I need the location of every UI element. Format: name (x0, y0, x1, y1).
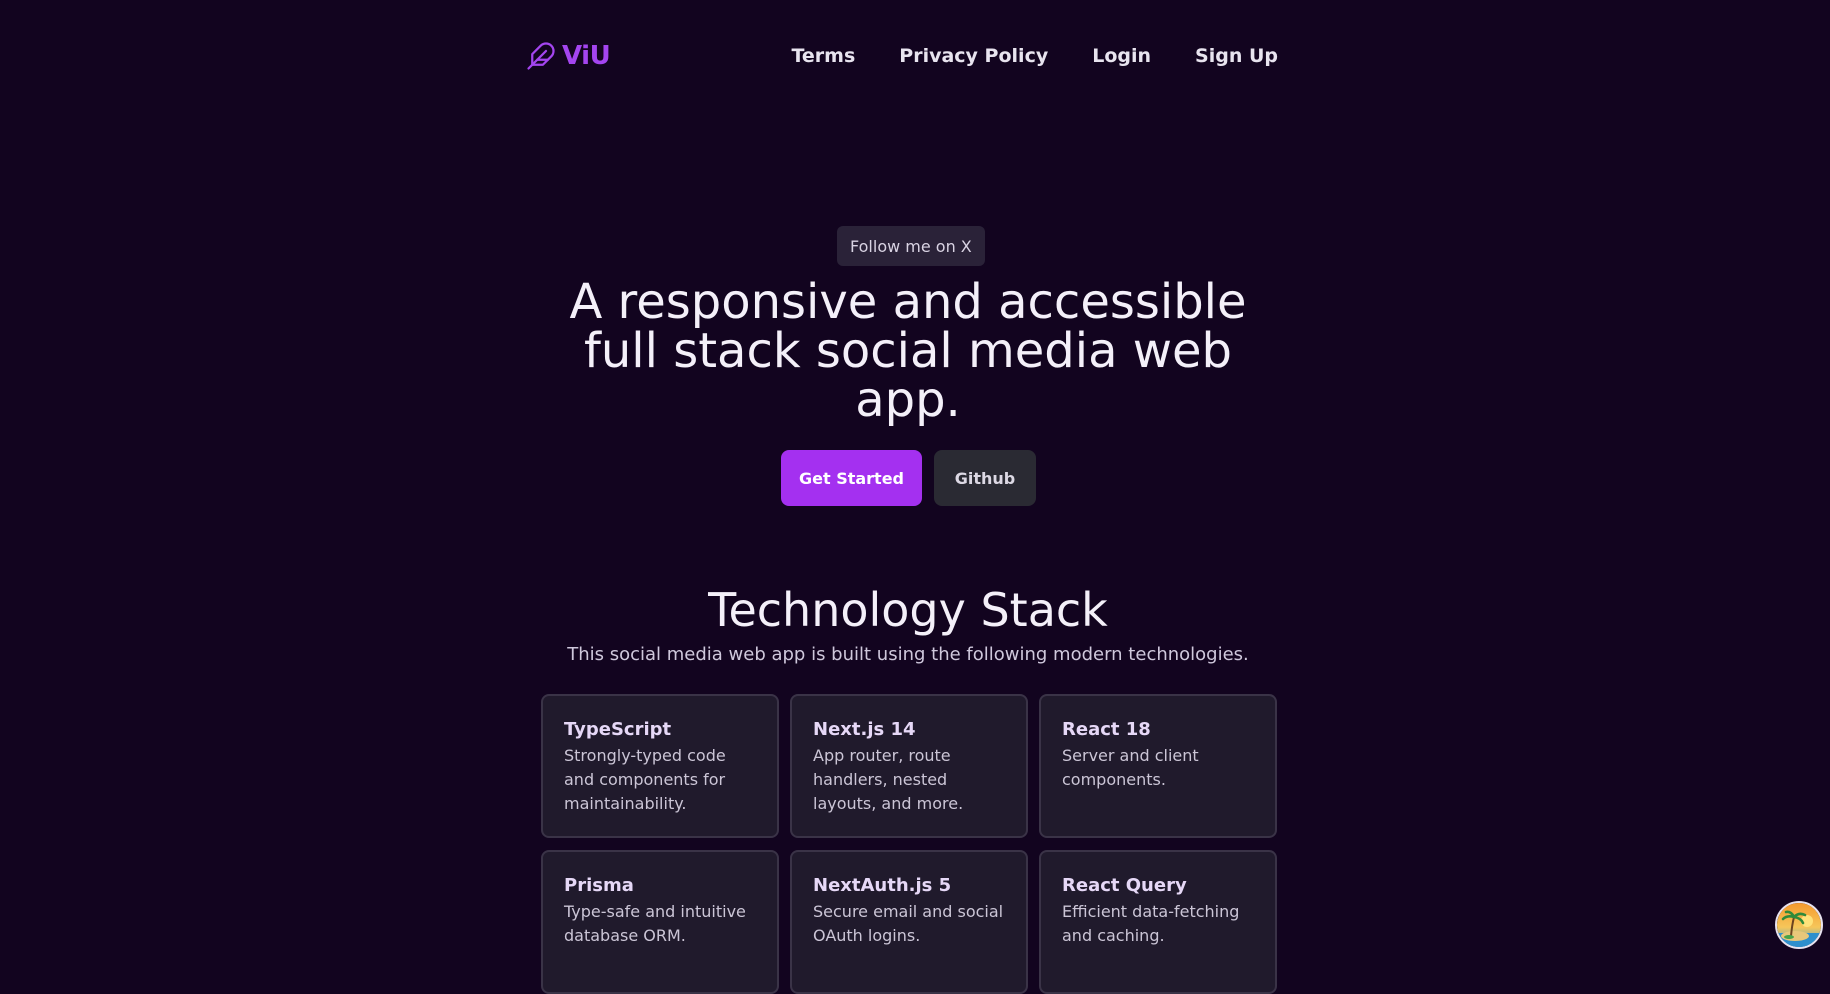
tech-card-nextauth: NextAuth.js 5 Secure email and social OA… (790, 850, 1028, 994)
hero-title: A responsive and accessible full stack s… (569, 274, 1247, 428)
hero-cta-group: Get Started Github (781, 450, 1036, 506)
tech-stack-grid: TypeScript Strongly-typed code and compo… (541, 694, 1277, 994)
tech-card-title: React Query (1062, 875, 1187, 896)
tech-card-title: Next.js 14 (813, 719, 916, 740)
nav-privacy-policy-link[interactable]: Privacy Policy (899, 45, 1048, 67)
tech-card-description: Strongly-typed code and components for m… (564, 746, 726, 813)
tech-card-title: TypeScript (564, 719, 672, 740)
github-button[interactable]: Github (934, 450, 1036, 506)
tech-card-description: Secure email and social OAuth logins. (813, 902, 1004, 945)
tech-card-react: React 18 Server and client components. (1039, 694, 1277, 838)
logo-text: ViU (562, 41, 611, 71)
nav-sign-up-link[interactable]: Sign Up (1195, 45, 1278, 67)
feather-icon (526, 41, 556, 71)
tech-card-description: Server and client components. (1062, 746, 1199, 789)
tech-stack-title: Technology Stack (708, 583, 1108, 637)
site-header: ViU Terms Privacy Policy Login Sign Up (526, 36, 1278, 76)
island-avatar-icon[interactable] (1775, 901, 1823, 949)
tech-card-description: App router, route handlers, nested layou… (813, 746, 964, 813)
tech-stack-subtitle: This social media web app is built using… (567, 644, 1249, 665)
main-nav: Terms Privacy Policy Login Sign Up (791, 45, 1278, 67)
nav-login-link[interactable]: Login (1092, 45, 1151, 67)
tech-card-title: NextAuth.js 5 (813, 875, 952, 896)
tech-card-description: Type-safe and intuitive database ORM. (564, 902, 746, 945)
follow-on-x-badge[interactable]: Follow me on X (837, 226, 985, 266)
get-started-button[interactable]: Get Started (781, 450, 922, 506)
logo-link[interactable]: ViU (526, 41, 611, 71)
tech-card-description: Efficient data-fetching and caching. (1062, 902, 1240, 945)
tech-card-react-query: React Query Efficient data-fetching and … (1039, 850, 1277, 994)
nav-terms-link[interactable]: Terms (791, 45, 855, 67)
tech-card-typescript: TypeScript Strongly-typed code and compo… (541, 694, 779, 838)
tech-card-prisma: Prisma Type-safe and intuitive database … (541, 850, 779, 994)
tech-card-title: React 18 (1062, 719, 1151, 740)
tech-card-title: Prisma (564, 875, 634, 896)
tech-card-nextjs: Next.js 14 App router, route handlers, n… (790, 694, 1028, 838)
